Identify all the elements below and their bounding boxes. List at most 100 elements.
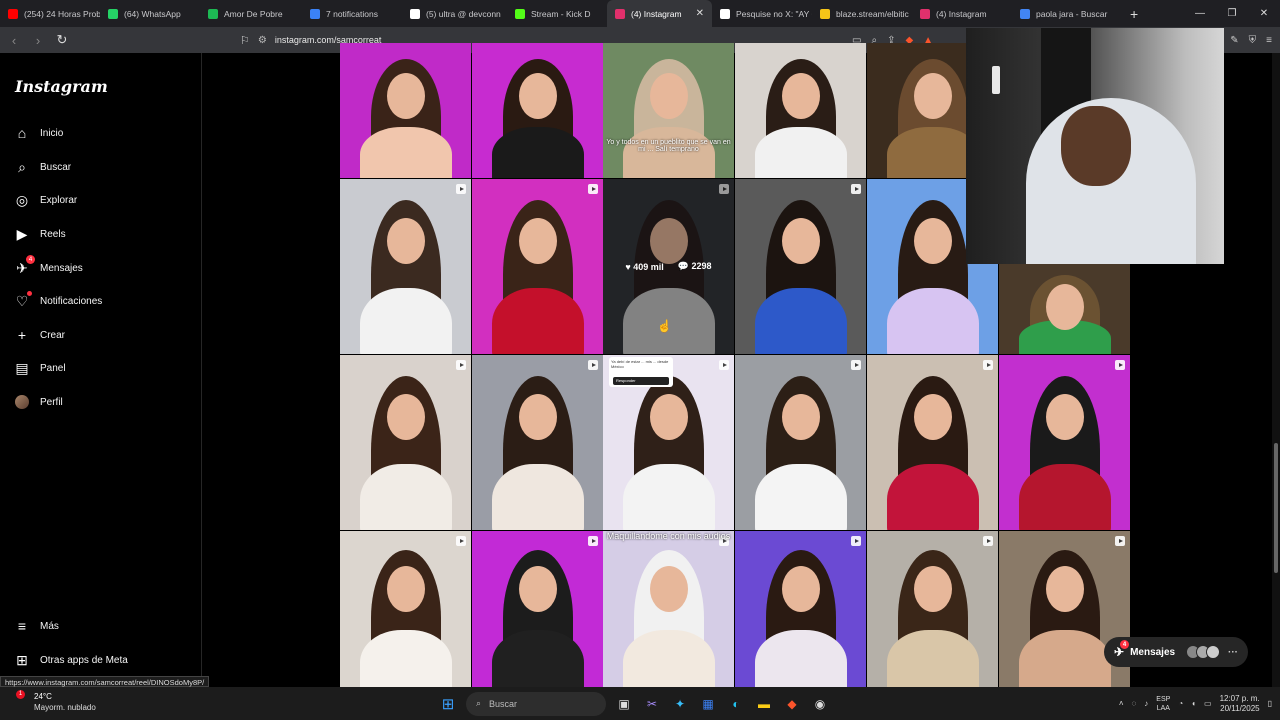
- vpn-icon[interactable]: ⛨: [1249, 35, 1257, 46]
- edge-icon[interactable]: ◐: [726, 694, 746, 714]
- scrollbar-thumb[interactable]: [1274, 443, 1278, 573]
- sidebar-item-explorar[interactable]: ◎ Explorar: [14, 188, 77, 212]
- taskbar-search[interactable]: ⌕ Buscar: [466, 691, 606, 716]
- post-image-body: [886, 288, 979, 354]
- browser-tab[interactable]: Stream - Kick D: [507, 0, 607, 27]
- instagram-logo[interactable]: Instagram: [15, 77, 108, 96]
- file-explorer-icon[interactable]: ▬: [754, 694, 774, 714]
- notification-icon[interactable]: ▯: [1268, 699, 1272, 708]
- post-thumbnail[interactable]: ♥ 409 mil 💬 2298 ☝: [603, 179, 734, 354]
- post-thumbnail[interactable]: [472, 43, 603, 178]
- brave-browser-icon[interactable]: ◆: [782, 694, 802, 714]
- page-scrollbar[interactable]: [1272, 53, 1280, 687]
- link-status-url: https://www.instagram.com/samcorreat/ree…: [0, 676, 210, 687]
- post-thumbnail[interactable]: [735, 179, 866, 354]
- sidebar-item-reels[interactable]: ▶ Reels: [14, 222, 66, 246]
- browser-tab[interactable]: (5) ultra @ devconn: [402, 0, 507, 27]
- reload-icon[interactable]: ↻: [56, 32, 68, 48]
- post-thumbnail[interactable]: [867, 531, 998, 690]
- likes-count: ♥ 409 mil: [625, 261, 664, 272]
- language-indicator[interactable]: ESP LAA: [1156, 695, 1170, 713]
- post-thumbnail[interactable]: [735, 43, 866, 178]
- sidebar-item-panel[interactable]: ▤ Panel: [14, 356, 65, 380]
- reels-icon: ▶: [16, 225, 28, 242]
- sidebar-item-more[interactable]: ≡ Más: [14, 614, 59, 638]
- browser-tab[interactable]: Pesquise no X: "AY G: [712, 0, 812, 27]
- sidebar-item-notificaciones[interactable]: ♡ Notificaciones: [14, 289, 102, 313]
- close-window-icon[interactable]: ✕: [1248, 0, 1280, 27]
- mic-icon[interactable]: ♪: [1144, 699, 1148, 708]
- post-thumbnail[interactable]: [472, 179, 603, 354]
- tab-label: (254) 24 Horas Prob: [24, 8, 100, 19]
- browser-tab[interactable]: paola jara - Buscar: [1012, 0, 1122, 27]
- browser-tab[interactable]: blaze.stream/elbitic: [812, 0, 912, 27]
- reel-icon: [719, 360, 729, 370]
- post-image-face: [1045, 393, 1084, 440]
- reel-icon: [588, 360, 598, 370]
- post-thumbnail[interactable]: [340, 43, 471, 178]
- forward-icon[interactable]: ›: [32, 33, 44, 48]
- sidebar-item-label: Crear: [40, 329, 66, 341]
- new-tab-button[interactable]: +: [1122, 6, 1146, 22]
- post-thumbnail[interactable]: [340, 355, 471, 530]
- sidebar-item-meta-apps[interactable]: ⊞ Otras apps de Meta: [14, 648, 128, 672]
- task-view-icon[interactable]: ▣: [614, 694, 634, 714]
- minimize-icon[interactable]: —: [1184, 0, 1216, 27]
- obs-icon[interactable]: ◉: [810, 694, 830, 714]
- sidebar-item-label: Otras apps de Meta: [40, 654, 128, 666]
- floating-messages-button[interactable]: ✈ 4 Mensajes ···: [1104, 637, 1248, 667]
- browser-tab[interactable]: (64) WhatsApp: [100, 0, 200, 27]
- sidebar-item-crear[interactable]: + Crear: [14, 323, 65, 347]
- browser-tab[interactable]: Amor De Pobre: [200, 0, 302, 27]
- compass-icon: ◎: [15, 191, 29, 208]
- sidebar-item-buscar[interactable]: ⌕ Buscar: [14, 155, 71, 179]
- post-thumbnail[interactable]: [999, 264, 1130, 354]
- browser-tab[interactable]: (4) Instagram: [912, 0, 1012, 27]
- sidebar-item-label: Reels: [40, 228, 66, 240]
- chart-icon: ▤: [15, 359, 29, 376]
- lang-top: ESP: [1156, 695, 1171, 703]
- weather-widget[interactable]: 1 24°C Mayorm. nublado: [16, 690, 96, 713]
- post-thumbnail[interactable]: [735, 355, 866, 530]
- maximize-icon[interactable]: ❐: [1216, 0, 1248, 27]
- volume-icon[interactable]: ◖: [1191, 699, 1196, 708]
- browser-tab[interactable]: (4) Instagram ✕: [607, 0, 712, 27]
- tray-overflow-icon[interactable]: ˄: [1119, 699, 1124, 708]
- snipping-tool-icon[interactable]: ✂: [642, 694, 662, 714]
- bookmark-icon[interactable]: ⚐: [240, 34, 250, 47]
- network-icon[interactable]: ◌: [1132, 699, 1137, 708]
- post-thumbnail[interactable]: [340, 179, 471, 354]
- windows-start-icon[interactable]: ⊞: [438, 694, 458, 714]
- sidebar-item-mensajes[interactable]: ✈ 4 Mensajes: [14, 255, 83, 280]
- post-thumbnail[interactable]: [735, 531, 866, 690]
- post-thumbnail[interactable]: [999, 531, 1130, 690]
- post-thumbnail[interactable]: [867, 355, 998, 530]
- more-icon[interactable]: ···: [1228, 647, 1238, 658]
- back-icon[interactable]: ‹: [8, 33, 20, 48]
- post-thumbnail[interactable]: Ya debí de estar ... mis ... desde Méxic…: [603, 355, 734, 530]
- store-icon[interactable]: ▦: [698, 694, 718, 714]
- post-thumbnail[interactable]: [999, 355, 1130, 530]
- post-image-face: [518, 72, 557, 119]
- post-thumbnail[interactable]: Yo y todos en un pueblito que se van en …: [603, 43, 734, 178]
- sidebar-item-inicio[interactable]: ⌂ Inicio: [14, 121, 64, 145]
- clock[interactable]: 12:07 p. m. 20/11/2025: [1220, 694, 1260, 714]
- battery-icon[interactable]: ▭: [1204, 699, 1212, 708]
- browser-tab[interactable]: 7 notifications: [302, 0, 402, 27]
- likes-value: 409 mil: [633, 261, 664, 272]
- post-thumbnail[interactable]: Maquillandome con mis audios: [603, 531, 734, 690]
- extensions-icon[interactable]: ✎: [1230, 35, 1238, 46]
- post-thumbnail[interactable]: [472, 531, 603, 690]
- wifi-icon[interactable]: ◔: [1178, 699, 1183, 708]
- site-info-icon[interactable]: ⚙: [258, 35, 267, 46]
- menu-icon[interactable]: ≡: [1266, 35, 1272, 46]
- copilot-icon[interactable]: ✦: [670, 694, 690, 714]
- post-thumbnail[interactable]: [340, 531, 471, 690]
- browser-tab[interactable]: (254) 24 Horas Prob: [0, 0, 100, 27]
- close-tab-icon[interactable]: ✕: [696, 8, 704, 19]
- reel-icon: [456, 184, 466, 194]
- post-image-body: [754, 127, 847, 178]
- post-thumbnail[interactable]: [472, 355, 603, 530]
- sidebar-item-perfil[interactable]: Perfil: [14, 390, 63, 414]
- windows-taskbar: 1 24°C Mayorm. nublado ⊞ ⌕ Buscar ▣ ✂ ✦ …: [0, 687, 1280, 720]
